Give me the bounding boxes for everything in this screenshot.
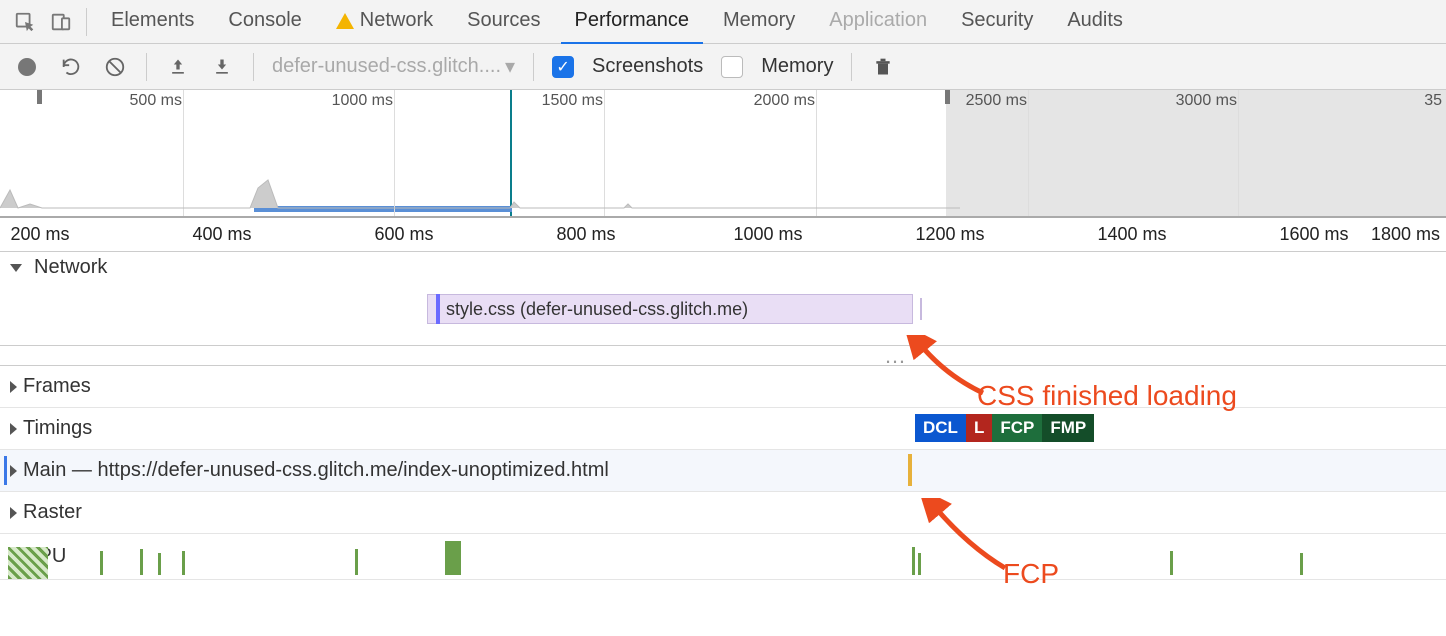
tab-label: Sources xyxy=(467,9,540,32)
screenshots-label: Screenshots xyxy=(592,55,703,78)
network-track[interactable]: Network style.css (defer-unused-css.glit… xyxy=(0,252,1446,346)
tab-security[interactable]: Security xyxy=(947,0,1047,44)
tab-label: Audits xyxy=(1067,9,1123,32)
gpu-track[interactable]: GPU xyxy=(0,534,1446,580)
tab-network[interactable]: Network xyxy=(322,0,447,44)
overview-timeline[interactable]: 500 ms 1000 ms 1500 ms 2000 ms 2500 ms 3… xyxy=(0,90,1446,218)
overview-cpu-chart xyxy=(0,170,960,218)
expand-toggle-icon[interactable] xyxy=(10,465,17,477)
reload-button[interactable] xyxy=(58,54,84,80)
tab-console[interactable]: Console xyxy=(214,0,315,44)
save-profile-button[interactable] xyxy=(209,54,235,80)
network-request-bar[interactable]: style.css (defer-unused-css.glitch.me) xyxy=(427,294,913,324)
memory-label: Memory xyxy=(761,55,833,78)
expand-toggle-icon[interactable] xyxy=(10,381,17,393)
separator xyxy=(533,53,534,81)
tab-memory[interactable]: Memory xyxy=(709,0,809,44)
tab-label: Memory xyxy=(723,9,795,32)
raster-track[interactable]: Raster xyxy=(0,492,1446,534)
annotation-arrow xyxy=(905,335,995,405)
load-profile-button[interactable] xyxy=(165,54,191,80)
timing-badge-fcp[interactable]: FCP xyxy=(992,414,1042,442)
performance-toolbar: defer-unused-css.glitch.... ▾ ✓ Screensh… xyxy=(0,44,1446,90)
overview-tick-label: 3000 ms xyxy=(1176,92,1237,110)
expand-toggle-icon[interactable] xyxy=(10,423,17,435)
timing-badges: DCL L FCP FMP xyxy=(915,414,1094,442)
garbage-collect-button[interactable] xyxy=(870,54,896,80)
overview-handle-left[interactable] xyxy=(37,90,42,104)
separator xyxy=(86,8,87,36)
tab-sources[interactable]: Sources xyxy=(453,0,554,44)
track-label: Network xyxy=(34,256,107,279)
ruler-label: 1000 ms xyxy=(733,224,802,245)
tab-elements[interactable]: Elements xyxy=(97,0,208,44)
overview-tick-label: 500 ms xyxy=(130,92,182,110)
separator xyxy=(253,53,254,81)
track-label: Frames xyxy=(23,375,91,398)
chevron-down-icon: ▾ xyxy=(505,54,515,79)
gpu-activity xyxy=(0,534,1446,579)
inspect-icon[interactable] xyxy=(10,7,40,37)
overview-tick-label: 1000 ms xyxy=(332,92,393,110)
track-label: Timings xyxy=(23,417,92,440)
detail-ruler[interactable]: 200 ms 400 ms 600 ms 800 ms 1000 ms 1200… xyxy=(0,218,1446,252)
tab-performance[interactable]: Performance xyxy=(561,0,704,44)
request-start-marker xyxy=(436,294,440,324)
annotation-css-finished: CSS finished loading xyxy=(977,380,1237,412)
tab-audits[interactable]: Audits xyxy=(1053,0,1137,44)
device-toggle-icon[interactable] xyxy=(46,7,76,37)
tab-label: Application xyxy=(829,9,927,32)
ruler-label: 800 ms xyxy=(556,224,615,245)
expand-toggle-icon[interactable] xyxy=(10,264,22,272)
timing-badge-fmp[interactable]: FMP xyxy=(1042,414,1094,442)
ruler-label: 1400 ms xyxy=(1097,224,1166,245)
separator xyxy=(851,53,852,81)
tab-label: Network xyxy=(360,9,433,32)
track-label: Raster xyxy=(23,501,82,524)
timing-badge-l[interactable]: L xyxy=(966,414,992,442)
request-end-marker xyxy=(920,298,922,320)
record-button[interactable] xyxy=(14,54,40,80)
main-track[interactable]: Main — https://defer-unused-css.glitch.m… xyxy=(0,450,1446,492)
ruler-label: 200 ms xyxy=(10,224,69,245)
tab-application[interactable]: Application xyxy=(815,0,941,44)
ruler-label: 400 ms xyxy=(192,224,251,245)
ruler-label: 1200 ms xyxy=(915,224,984,245)
tab-label: Security xyxy=(961,9,1033,32)
network-request-label: style.css (defer-unused-css.glitch.me) xyxy=(446,299,748,320)
separator xyxy=(146,53,147,81)
timing-badge-dcl[interactable]: DCL xyxy=(915,414,966,442)
warning-icon xyxy=(336,13,354,29)
expand-toggle-icon[interactable] xyxy=(10,507,17,519)
collapsed-tracks-indicator[interactable]: … xyxy=(0,346,1446,366)
overview-tick-label: 35 xyxy=(1424,92,1442,110)
devtools-tabbar: Elements Console Network Sources Perform… xyxy=(0,0,1446,44)
gpu-block xyxy=(8,547,48,579)
main-task-sliver xyxy=(908,454,912,486)
overview-tick-label: 2000 ms xyxy=(754,92,815,110)
timings-track[interactable]: Timings DCL L FCP FMP xyxy=(0,408,1446,450)
overview-handle-right[interactable] xyxy=(945,90,950,104)
tab-label: Elements xyxy=(111,9,194,32)
annotation-arrow xyxy=(920,498,1020,578)
clear-button[interactable] xyxy=(102,54,128,80)
main-track-indicator xyxy=(4,456,7,485)
screenshots-checkbox[interactable]: ✓ xyxy=(552,56,574,78)
memory-checkbox[interactable] xyxy=(721,56,743,78)
ruler-label: 600 ms xyxy=(374,224,433,245)
track-label: Main — https://defer-unused-css.glitch.m… xyxy=(23,459,609,482)
recording-name: defer-unused-css.glitch.... xyxy=(272,55,501,78)
tab-label: Performance xyxy=(575,9,690,32)
overview-tick-label: 2500 ms xyxy=(966,92,1027,110)
overview-tick-label: 1500 ms xyxy=(542,92,603,110)
ruler-label: 1600 ms xyxy=(1279,224,1348,245)
flame-chart-tracks: Network style.css (defer-unused-css.glit… xyxy=(0,252,1446,580)
ruler-label: 1800 ms xyxy=(1371,224,1440,245)
tab-label: Console xyxy=(228,9,301,32)
recording-selector[interactable]: defer-unused-css.glitch.... ▾ xyxy=(272,54,515,79)
